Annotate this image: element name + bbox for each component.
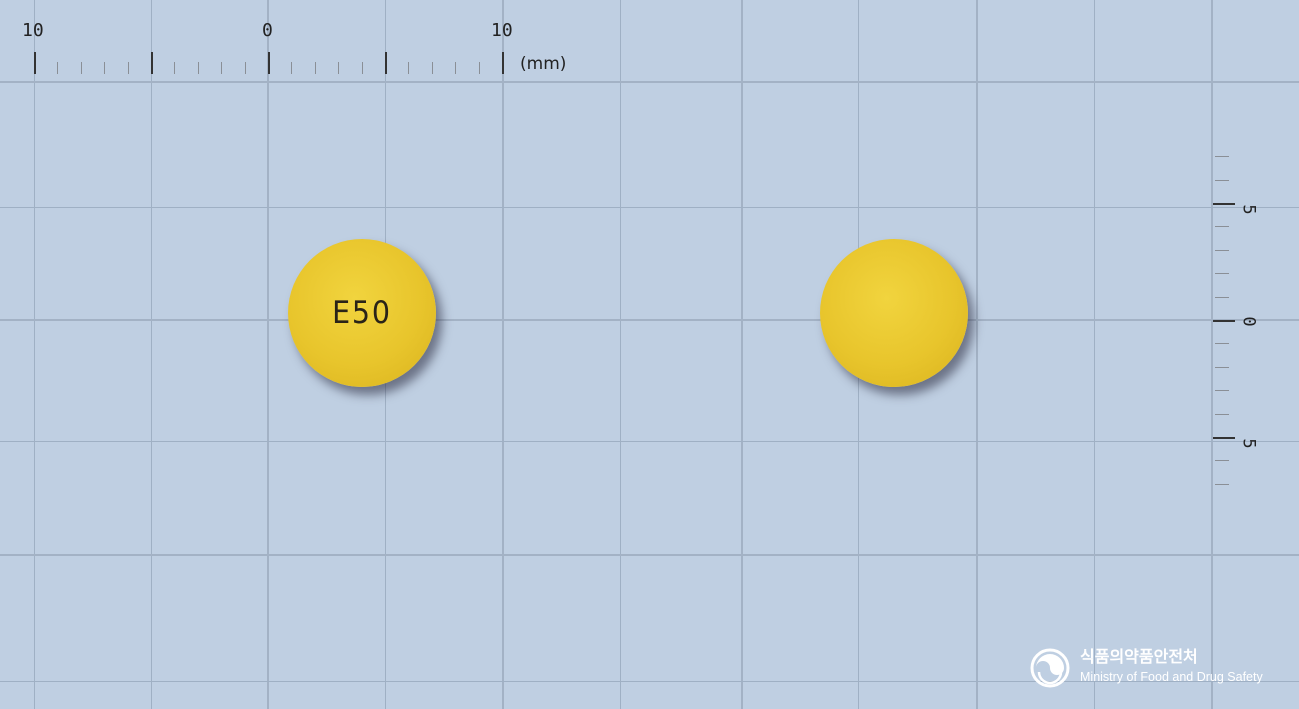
minor-tick <box>1215 343 1229 344</box>
minor-tick <box>104 62 105 74</box>
logo-korean-text: 식품의약품안전처 <box>1080 647 1198 666</box>
pill-imprint: E50 <box>332 295 392 331</box>
scale-label-zero: 0 <box>262 20 273 41</box>
grid-line <box>741 0 743 709</box>
minor-tick <box>315 62 316 74</box>
minor-tick <box>1215 250 1229 251</box>
grid-line <box>502 0 504 709</box>
logo-english-text: Ministry of Food and Drug Safety <box>1080 670 1263 684</box>
minor-tick <box>1215 297 1229 298</box>
grid-line <box>0 554 1299 556</box>
grid-line <box>0 207 1299 208</box>
pill-back <box>820 239 968 387</box>
minor-tick <box>432 62 433 74</box>
major-tick <box>502 52 504 74</box>
minor-tick <box>1215 367 1229 368</box>
grid-line <box>0 441 1299 442</box>
minor-tick <box>221 62 222 74</box>
pill-front: E50 <box>288 239 436 387</box>
mfds-emblem-icon <box>1030 648 1070 688</box>
scale-unit-label: (mm) <box>520 54 567 74</box>
minor-tick <box>1215 390 1229 391</box>
minor-tick <box>1215 273 1229 274</box>
pill-imprint <box>826 239 962 387</box>
minor-tick <box>81 62 82 74</box>
minor-tick <box>338 62 339 74</box>
right-scale-label-bottom: 5 <box>1238 438 1259 449</box>
major-tick <box>1213 437 1235 439</box>
grid-line <box>34 0 35 709</box>
grid-line <box>267 0 269 709</box>
minor-tick <box>57 62 58 74</box>
minor-tick <box>291 62 292 74</box>
major-tick <box>385 52 387 74</box>
grid-line <box>151 0 152 709</box>
scale-label-right: 10 <box>491 20 513 41</box>
grid-line <box>1211 0 1213 709</box>
minor-tick <box>128 62 129 74</box>
major-tick <box>34 52 36 74</box>
minor-tick <box>1215 460 1229 461</box>
grid-line <box>0 81 1299 83</box>
minor-tick <box>479 62 480 74</box>
minor-tick <box>1215 156 1229 157</box>
major-tick <box>151 52 153 74</box>
major-tick <box>1213 320 1235 322</box>
minor-tick <box>1215 180 1229 181</box>
right-scale-label-top: 5 <box>1238 204 1259 215</box>
scale-label-left: 10 <box>22 20 44 41</box>
right-scale-label-zero: 0 <box>1238 316 1259 327</box>
minor-tick <box>1215 414 1229 415</box>
grid-line <box>620 0 621 709</box>
grid-line <box>976 0 978 709</box>
grid-line <box>0 319 1299 321</box>
pill-image-stage: 10 0 10 (mm) 5 0 5 E50 식품의약품안전처 Ministry… <box>0 0 1299 709</box>
minor-tick <box>245 62 246 74</box>
grid-line <box>1094 0 1095 709</box>
minor-tick <box>174 62 175 74</box>
major-tick <box>268 52 270 74</box>
minor-tick <box>408 62 409 74</box>
mfds-logo: 식품의약품안전처 Ministry of Food and Drug Safet… <box>1030 648 1270 690</box>
minor-tick <box>1215 226 1229 227</box>
minor-tick <box>1215 484 1229 485</box>
major-tick <box>1213 203 1235 205</box>
minor-tick <box>362 62 363 74</box>
minor-tick <box>455 62 456 74</box>
minor-tick <box>198 62 199 74</box>
